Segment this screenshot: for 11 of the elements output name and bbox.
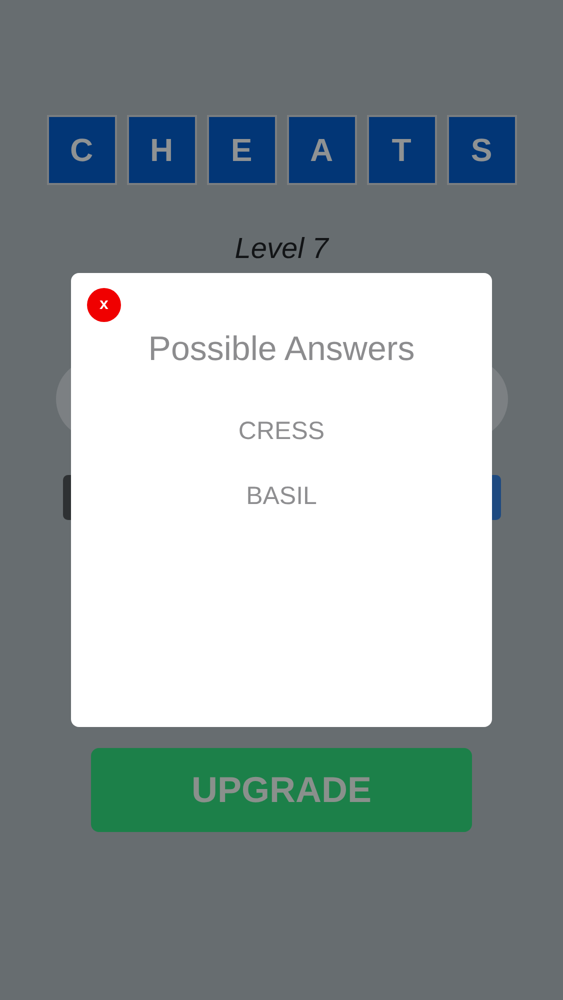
dialog-title: Possible Answers — [148, 330, 415, 369]
level-label: Level 7 — [234, 233, 328, 266]
letter-tile: H — [126, 115, 196, 185]
letter-tile: T — [366, 115, 436, 185]
letter-tile: C — [46, 115, 116, 185]
answer-text: BASIL — [246, 482, 317, 511]
letter-tile: E — [206, 115, 276, 185]
close-button[interactable]: x — [87, 288, 121, 322]
letter-tile: A — [286, 115, 356, 185]
answer-text: CRESS — [238, 417, 325, 446]
letter-tile: S — [446, 115, 516, 185]
